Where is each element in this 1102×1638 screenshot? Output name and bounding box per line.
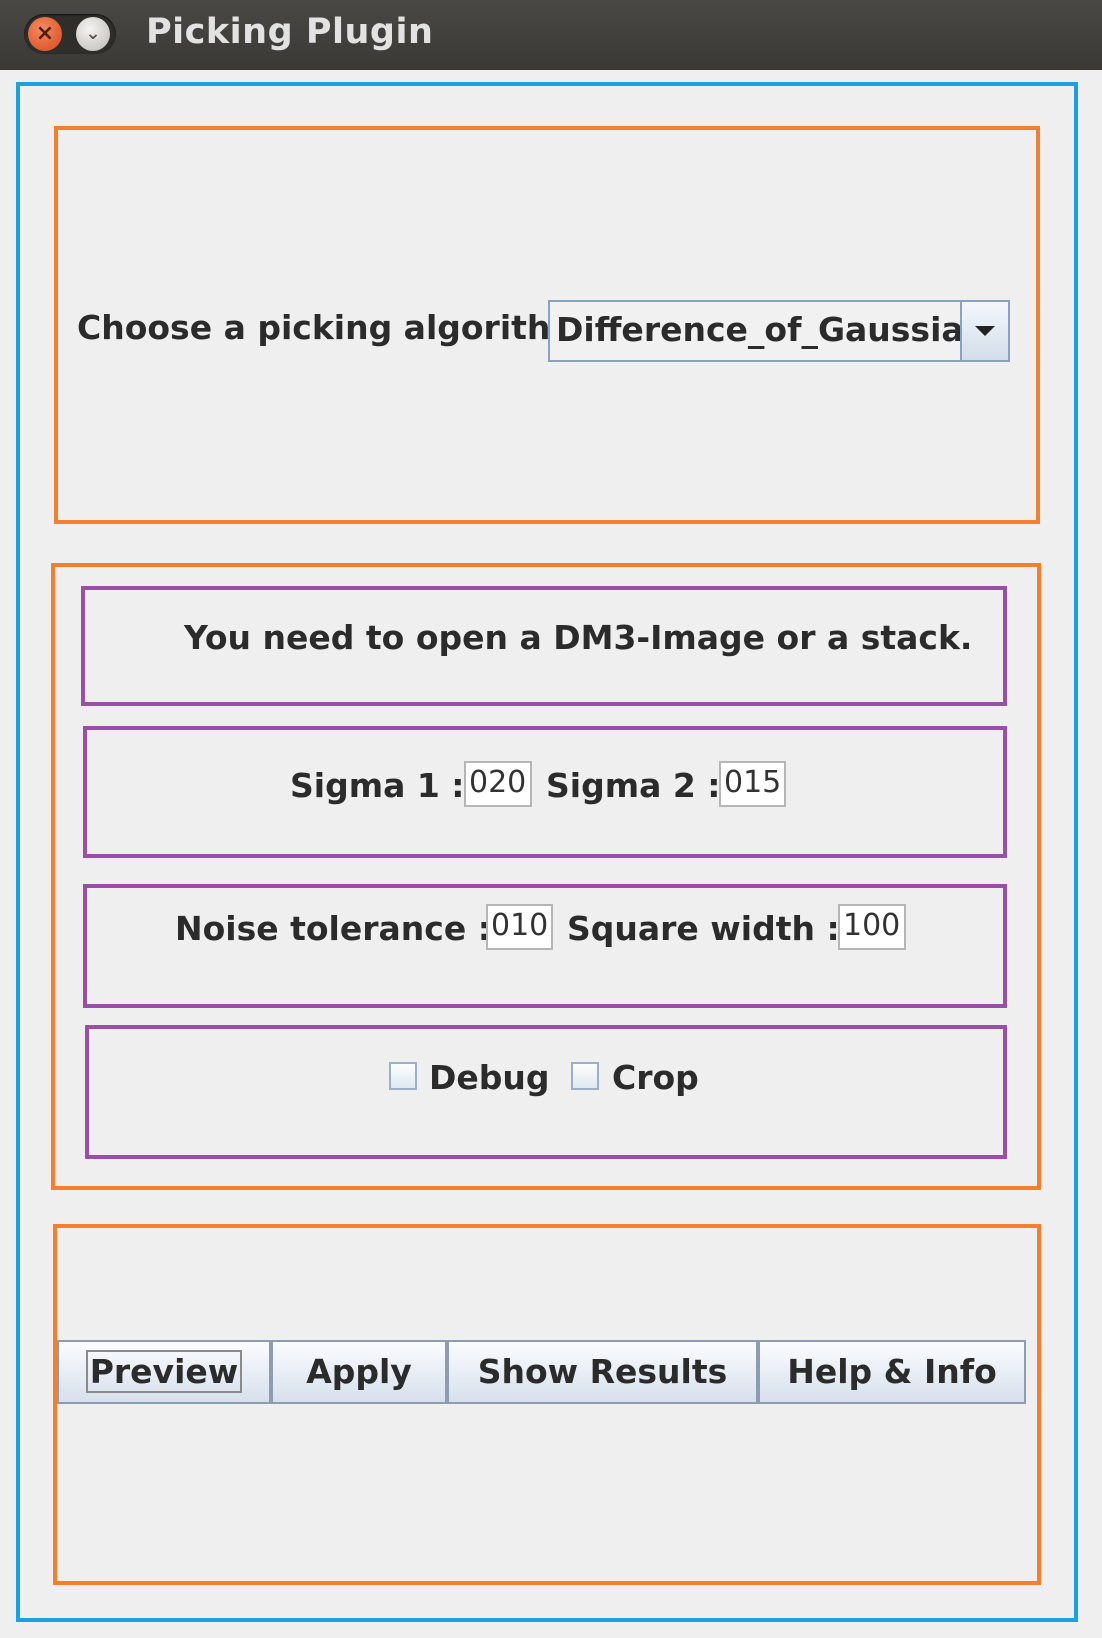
sigma1-label: Sigma 1 : — [290, 766, 465, 805]
preview-button-label: Preview — [85, 1350, 243, 1393]
crop-label: Crop — [612, 1058, 699, 1097]
debug-checkbox[interactable] — [389, 1062, 417, 1090]
debug-label: Debug — [429, 1058, 550, 1097]
close-icon[interactable]: × — [28, 17, 62, 51]
minimize-icon[interactable]: ⌄ — [76, 17, 110, 51]
algorithm-select[interactable]: Difference_of_Gaussian — [548, 300, 1010, 362]
sigma2-input[interactable]: 015 — [719, 761, 786, 807]
algorithm-label: Choose a picking algorithm — [77, 308, 585, 347]
window-title: Picking Plugin — [146, 12, 434, 52]
noise-tolerance-label: Noise tolerance : — [175, 909, 491, 948]
square-width-input[interactable]: 100 — [838, 904, 906, 950]
crop-checkbox[interactable] — [571, 1062, 599, 1090]
sigma2-label: Sigma 2 : — [546, 766, 721, 805]
actions-panel — [53, 1224, 1041, 1585]
square-width-label: Square width : — [567, 909, 840, 948]
sigma1-input[interactable]: 020 — [464, 761, 532, 807]
apply-button[interactable]: Apply — [271, 1340, 447, 1404]
preview-button[interactable]: Preview — [57, 1340, 271, 1404]
show-results-button[interactable]: Show Results — [447, 1340, 758, 1404]
algorithm-selected-value: Difference_of_Gaussian — [556, 310, 988, 349]
chevron-down-icon[interactable] — [960, 302, 1008, 360]
title-bar: × ⌄ Picking Plugin — [0, 0, 1102, 70]
help-info-button[interactable]: Help & Info — [758, 1340, 1026, 1404]
status-message: You need to open a DM3-Image or a stack. — [184, 618, 973, 657]
noise-tolerance-input[interactable]: 010 — [486, 904, 553, 950]
sigma-row — [83, 726, 1007, 858]
window-controls: × ⌄ — [24, 14, 116, 54]
